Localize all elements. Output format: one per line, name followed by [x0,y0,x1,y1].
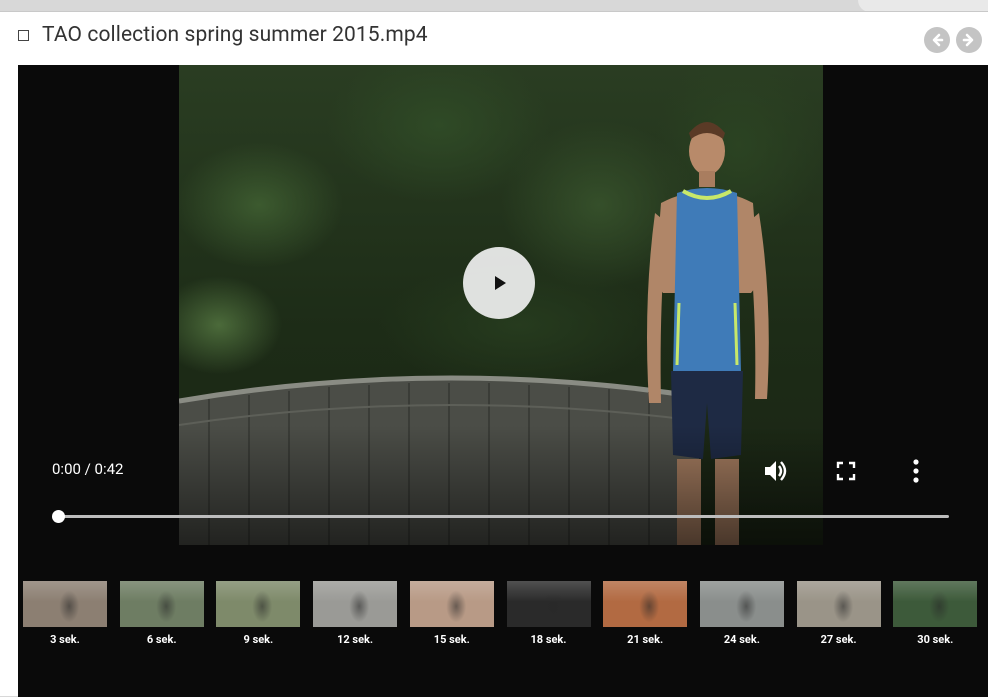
thumbnail-item[interactable]: 18 sek. [506,581,591,646]
thumbnail-image [23,581,107,627]
volume-button[interactable] [762,457,790,485]
thumbnail-label: 30 sek. [917,633,954,646]
time-display: 0:00 / 0:42 [52,460,124,478]
previous-button[interactable] [924,27,950,53]
controls-gradient [179,425,823,545]
volume-icon [765,461,787,481]
more-vert-icon [913,459,919,483]
thumbnail-item[interactable]: 30 sek. [893,581,978,646]
progress-handle[interactable] [52,510,65,523]
thumbnail-image [893,581,978,627]
thumbnail-item[interactable]: 9 sek. [216,581,301,646]
thumbnail-label: 15 sek. [433,633,470,646]
arrow-right-circle-icon [962,33,974,47]
video-player[interactable]: 0:00 / 0:42 3 sek. 6 sek. 9 sek. 12 sek.… [18,65,988,697]
thumbnail-label: 27 sek. [820,633,857,646]
thumbnail-label: 9 sek. [243,633,274,646]
video-title: TAO collection spring summer 2015.mp4 [42,23,428,47]
thumbnail-label: 24 sek. [723,633,760,646]
thumbnail-item[interactable]: 24 sek. [699,581,784,646]
thumbnail-image [313,581,398,627]
thumbnail-item[interactable]: 21 sek. [603,581,688,646]
thumbnail-item[interactable]: 3 sek. [23,581,107,646]
progress-bar[interactable] [52,510,949,523]
arrow-left-circle-icon [932,33,944,47]
thumbnail-image [603,581,688,627]
more-options-button[interactable] [902,457,930,485]
panel-header: TAO collection spring summer 2015.mp4 [0,12,988,64]
thumbnail-label: 12 sek. [337,633,374,646]
thumbnail-image [119,581,204,627]
thumbnail-image [506,581,591,627]
thumbnail-label: 3 sek. [50,633,80,646]
fullscreen-icon [836,461,856,481]
thumbnail-item[interactable]: 12 sek. [313,581,398,646]
thumbnail-image [796,581,881,627]
select-checkbox[interactable] [18,30,29,41]
thumbnail-strip: 3 sek. 6 sek. 9 sek. 12 sek. 15 sek. 18 sek. 2… [23,581,983,661]
thumbnail-label: 18 sek. [530,633,567,646]
next-button[interactable] [956,27,982,53]
video-panel: TAO collection spring summer 2015.mp4 0:… [0,11,988,697]
thumbnail-image [409,581,494,627]
thumbnail-item[interactable]: 15 sek. [409,581,494,646]
thumbnail-item[interactable]: 27 sek. [796,581,881,646]
play-icon [495,276,506,290]
thumbnail-label: 6 sek. [146,633,177,646]
thumbnail-label: 21 sek. [627,633,664,646]
thumbnail-image [699,581,784,627]
thumbnail-image [216,581,301,627]
fullscreen-button[interactable] [832,457,860,485]
thumbnail-item[interactable]: 6 sek. [119,581,204,646]
play-button[interactable] [463,247,535,319]
